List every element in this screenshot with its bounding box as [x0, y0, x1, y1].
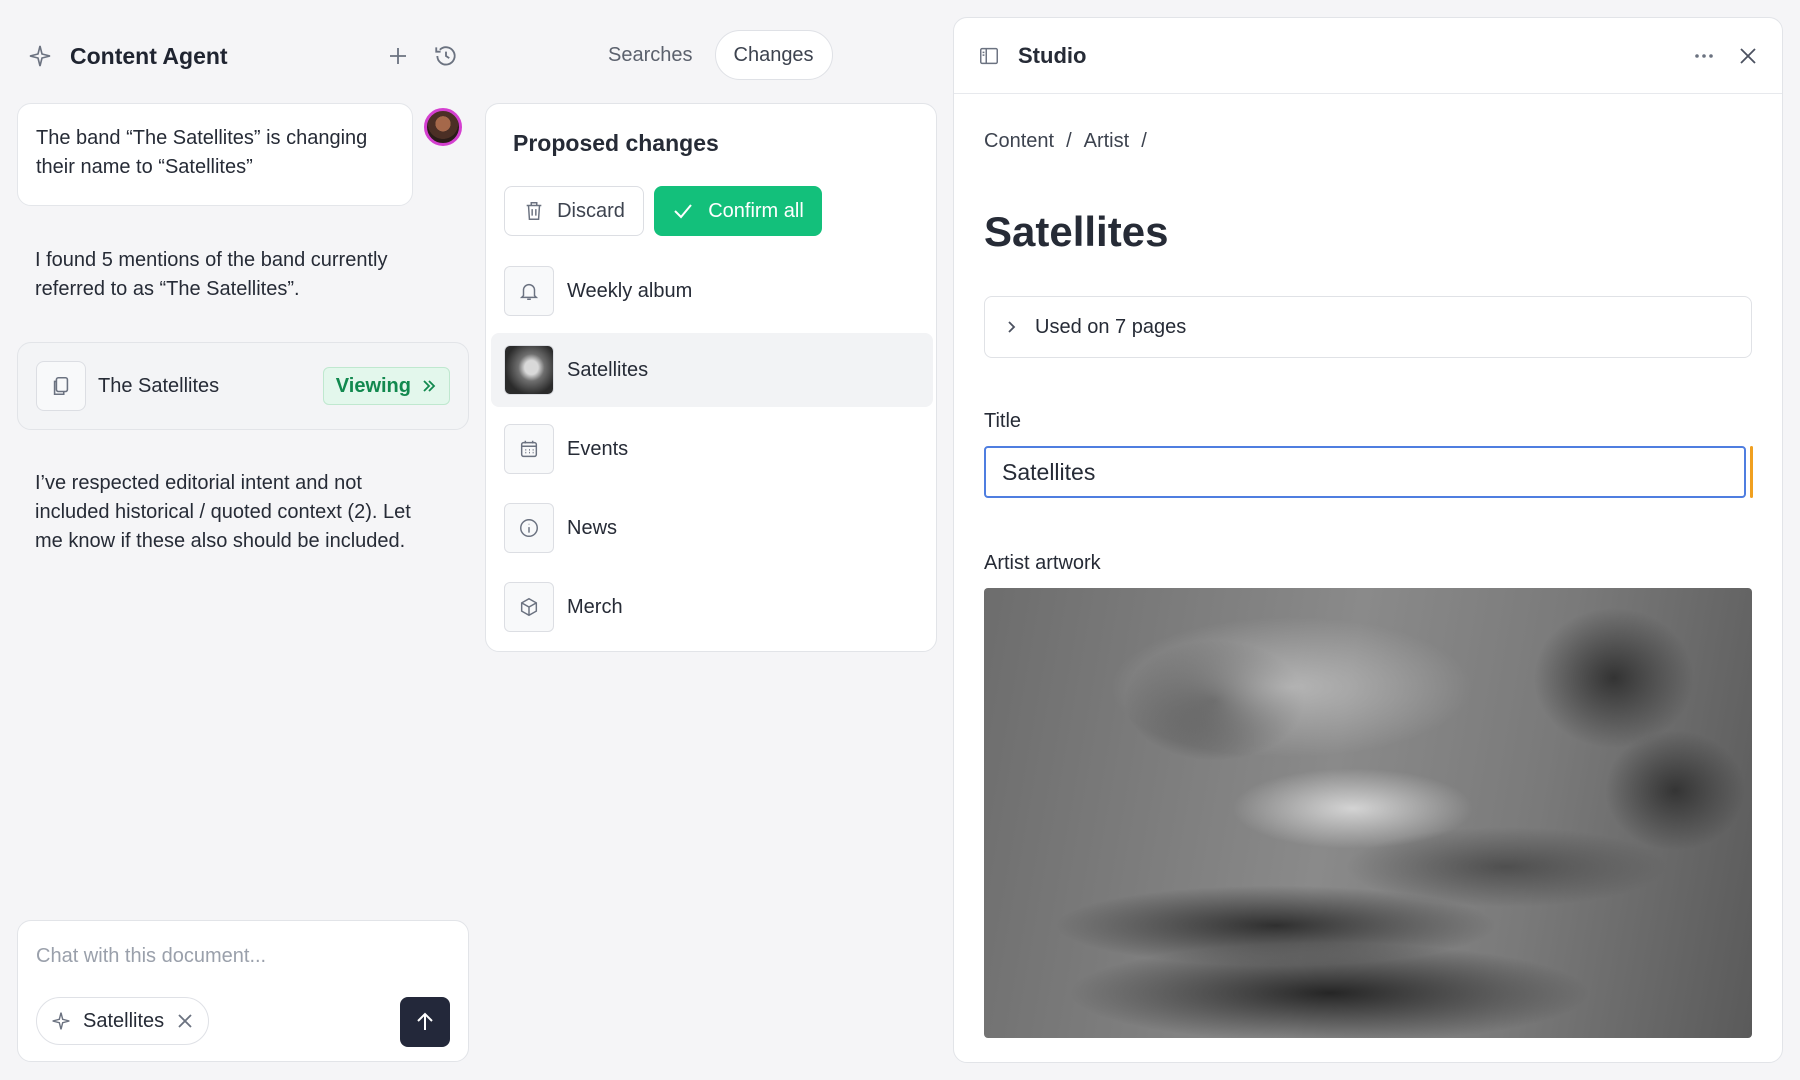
used-on-pages-toggle[interactable]: Used on 7 pages: [984, 296, 1752, 358]
breadcrumb: Content / Artist /: [984, 130, 1147, 153]
sparkle-icon: [51, 1011, 71, 1031]
close-icon[interactable]: [1738, 46, 1758, 66]
change-item-label: Merch: [567, 595, 623, 618]
title-field-label: Title: [984, 410, 1022, 432]
change-item-label: News: [567, 516, 618, 539]
breadcrumb-item[interactable]: Artist: [1084, 130, 1130, 153]
breadcrumb-separator: /: [1066, 130, 1072, 152]
confirm-all-button[interactable]: Confirm all: [654, 186, 822, 236]
change-item-events[interactable]: Events: [491, 412, 933, 486]
agent-reply: I found 5 mentions of the band currently…: [35, 249, 388, 300]
proposed-changes-panel: Proposed changes Discard Confirm all Wee…: [485, 103, 937, 652]
change-item-satellites[interactable]: Satellites: [491, 333, 933, 407]
view-tabs: Searches Changes: [590, 30, 833, 80]
more-icon[interactable]: [1692, 44, 1716, 68]
sidebar-toggle-icon[interactable]: [978, 45, 1000, 67]
context-chip-label: Satellites: [83, 1009, 165, 1032]
history-icon[interactable]: [428, 38, 464, 74]
calendar-icon: [504, 424, 554, 474]
document-icon: [36, 361, 86, 411]
discard-label: Discard: [557, 199, 625, 222]
studio-panel: Studio Content / Artist / Satellites Use…: [953, 17, 1783, 1063]
info-icon: [504, 503, 554, 553]
agent-header: Content Agent: [28, 36, 464, 76]
change-item-merch[interactable]: Merch: [491, 570, 933, 644]
change-item-label: Satellites: [567, 358, 649, 381]
title-field[interactable]: [984, 446, 1746, 498]
artist-thumbnail: [504, 345, 554, 395]
agent-title: Content Agent: [70, 42, 228, 69]
breadcrumb-item[interactable]: Content: [984, 130, 1054, 153]
trash-icon: [523, 200, 545, 222]
bell-icon: [504, 266, 554, 316]
artwork-field-label: Artist artwork: [984, 552, 1101, 574]
confirm-label: Confirm all: [708, 199, 804, 222]
viewing-label: Viewing: [335, 374, 411, 397]
change-item-news[interactable]: News: [491, 491, 933, 565]
close-icon[interactable]: [176, 1012, 194, 1030]
chat-input[interactable]: [36, 945, 436, 968]
studio-title: Studio: [1018, 42, 1087, 68]
sparkle-icon: [28, 44, 52, 68]
artist-artwork-image[interactable]: [984, 588, 1752, 1038]
agent-reply-2: I’ve respected editorial intent and not …: [35, 472, 411, 552]
avatar: [424, 108, 462, 146]
new-chat-button[interactable]: [380, 38, 416, 74]
breadcrumb-separator: /: [1141, 130, 1147, 152]
chat-composer: Satellites: [17, 920, 469, 1062]
chevrons-right-icon: [421, 378, 437, 394]
document-title: Satellites: [984, 208, 1169, 255]
user-message: The band “The Satellites” is changing th…: [17, 103, 413, 206]
viewing-badge[interactable]: Viewing: [322, 367, 450, 405]
check-icon: [672, 200, 694, 222]
change-item-weekly-album[interactable]: Weekly album: [491, 254, 933, 328]
panel-heading: Proposed changes: [513, 130, 719, 156]
document-name: The Satellites: [98, 374, 220, 397]
tab-changes[interactable]: Changes: [714, 30, 833, 80]
change-item-label: Events: [567, 437, 629, 460]
discard-button[interactable]: Discard: [504, 186, 644, 236]
used-on-label: Used on 7 pages: [1035, 315, 1187, 338]
tab-searches[interactable]: Searches: [590, 30, 711, 80]
document-card[interactable]: The Satellites Viewing: [17, 342, 469, 430]
send-button[interactable]: [400, 997, 450, 1047]
context-chip[interactable]: Satellites: [36, 997, 210, 1045]
change-item-label: Weekly album: [567, 279, 693, 302]
studio-header: Studio: [954, 18, 1782, 94]
presence-caret: [1750, 446, 1753, 498]
chevron-right-icon: [1003, 319, 1019, 335]
box-icon: [504, 582, 554, 632]
